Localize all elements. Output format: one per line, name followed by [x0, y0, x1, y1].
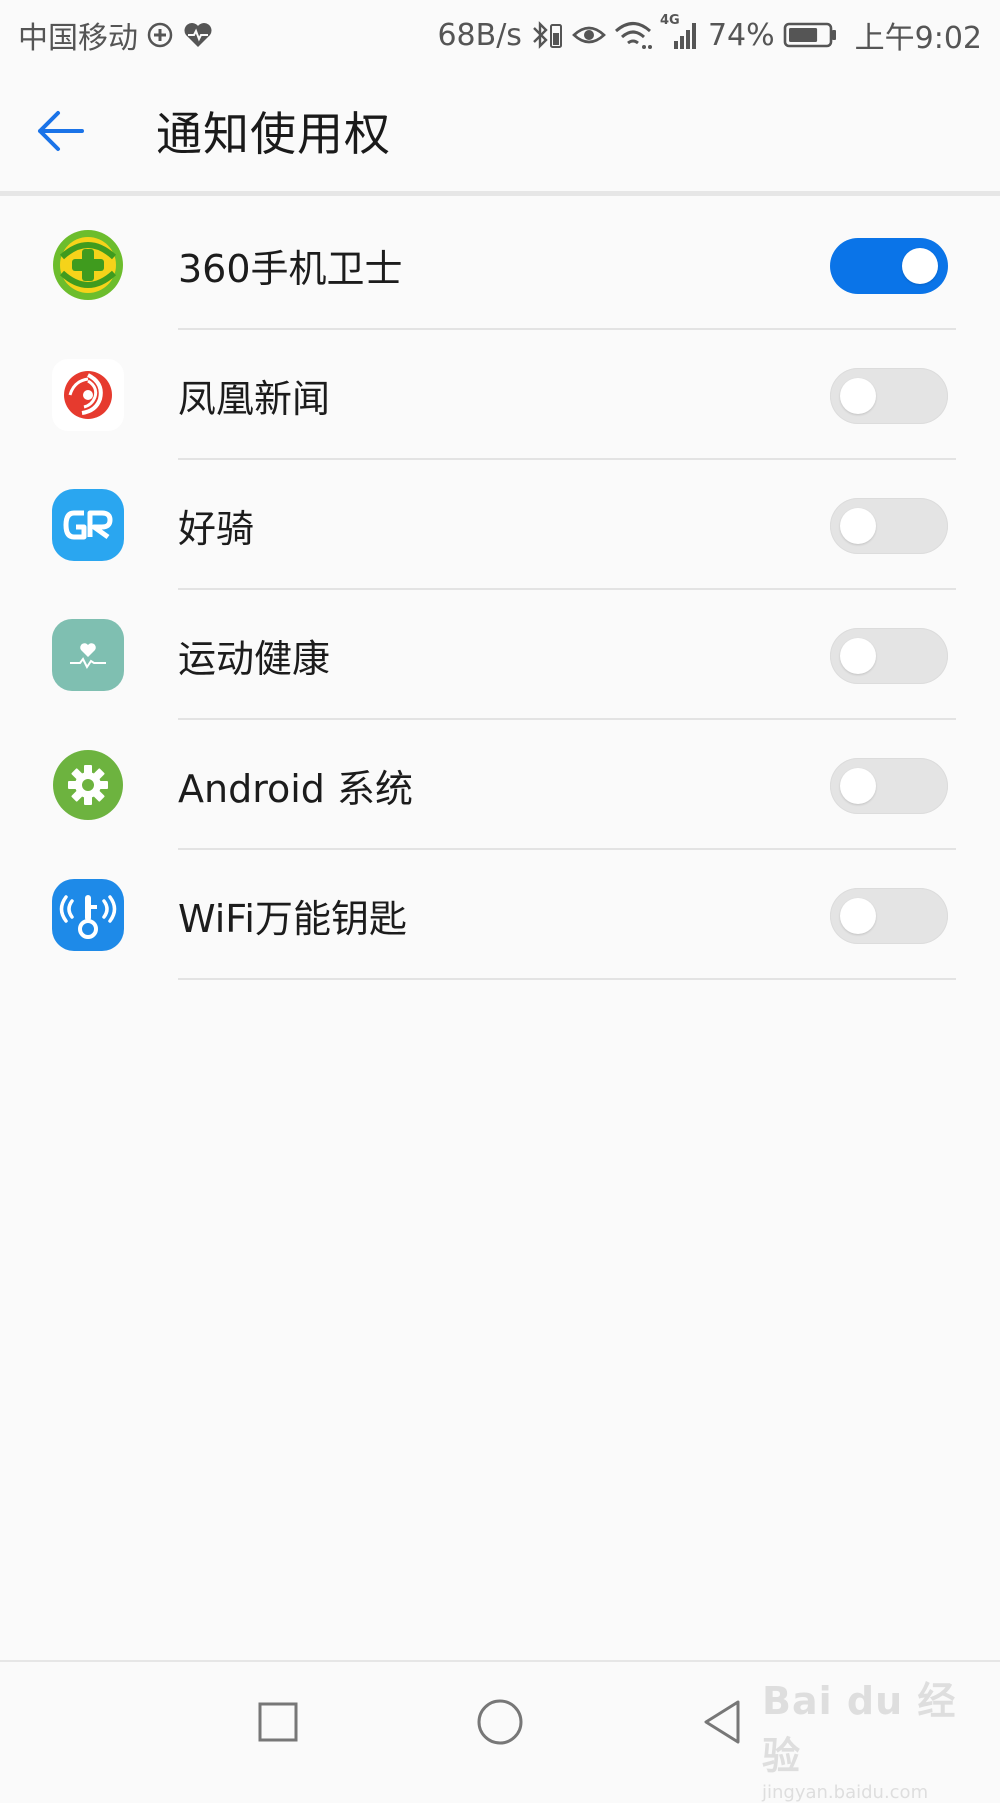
back-triangle-icon	[700, 1698, 744, 1746]
list-item: 360手机卫士	[0, 200, 1000, 330]
toggle-knob	[840, 638, 876, 674]
notification-toggle[interactable]	[830, 888, 948, 944]
notification-toggle[interactable]	[830, 238, 948, 294]
heart-pulse-icon	[182, 21, 214, 49]
notification-toggle[interactable]	[830, 628, 948, 684]
signal-icon: 4G	[660, 13, 700, 51]
list-item: 运动健康	[0, 590, 1000, 720]
list-item: Android 系统	[0, 720, 1000, 850]
notification-access-list: 360手机卫士 凤凰新闻 好骑 运动健康 Android 系统 WiFi万能钥匙	[0, 200, 1000, 980]
battery-percent-label: 74%	[707, 17, 775, 53]
toggle-knob	[840, 378, 876, 414]
toggle-knob	[840, 898, 876, 934]
navigation-bar	[0, 1660, 1000, 1780]
notification-toggle[interactable]	[830, 498, 948, 554]
back-button[interactable]	[0, 70, 120, 191]
app-name: Android 系统	[178, 766, 413, 811]
list-item: 好骑	[0, 460, 1000, 590]
android-settings-gear-icon	[52, 749, 124, 821]
app-name: 凤凰新闻	[178, 376, 331, 421]
haoqi-gr-icon	[52, 489, 124, 561]
app-name: 好骑	[178, 506, 255, 551]
net-speed-label: 68B/s	[437, 17, 522, 53]
notification-toggle[interactable]	[830, 368, 948, 424]
360-security-icon	[52, 229, 124, 301]
toggle-knob	[840, 508, 876, 544]
plus-circle-icon	[146, 21, 174, 49]
wifi-icon	[614, 20, 652, 50]
page-title: 通知使用权	[156, 106, 391, 161]
home-circle-icon	[476, 1698, 524, 1746]
time-label: 上午9:02	[854, 21, 982, 56]
app-bar: 通知使用权	[0, 70, 1000, 196]
watermark-sub: jingyan.baidu.com	[762, 1782, 929, 1803]
eye-icon	[572, 23, 606, 47]
bluetooth-icon	[530, 19, 564, 51]
divider	[178, 978, 956, 980]
recent-apps-button[interactable]	[248, 1692, 308, 1752]
network-type-label: 4G	[659, 13, 680, 28]
status-left: 中国移动	[18, 13, 214, 57]
app-name: 360手机卫士	[178, 246, 403, 291]
notification-toggle[interactable]	[830, 758, 948, 814]
list-item: WiFi万能钥匙	[0, 850, 1000, 980]
wifi-key-icon	[52, 879, 124, 951]
list-item: 凤凰新闻	[0, 330, 1000, 460]
toggle-knob	[902, 248, 938, 284]
battery-icon	[783, 21, 839, 49]
home-button[interactable]	[470, 1692, 530, 1752]
recent-apps-square-icon	[256, 1700, 300, 1744]
app-name: 运动健康	[178, 636, 331, 681]
back-arrow-icon	[32, 103, 88, 159]
app-name: WiFi万能钥匙	[178, 896, 407, 941]
status-bar: 中国移动 68B/s 4G 74% 上午9:02	[0, 0, 1000, 70]
health-icon	[52, 619, 124, 691]
carrier-label: 中国移动	[18, 21, 138, 56]
toggle-knob	[840, 768, 876, 804]
back-nav-button[interactable]	[692, 1692, 752, 1752]
status-right: 68B/s 4G 74% 上午9:02	[437, 13, 982, 57]
ifeng-news-icon	[52, 359, 124, 431]
